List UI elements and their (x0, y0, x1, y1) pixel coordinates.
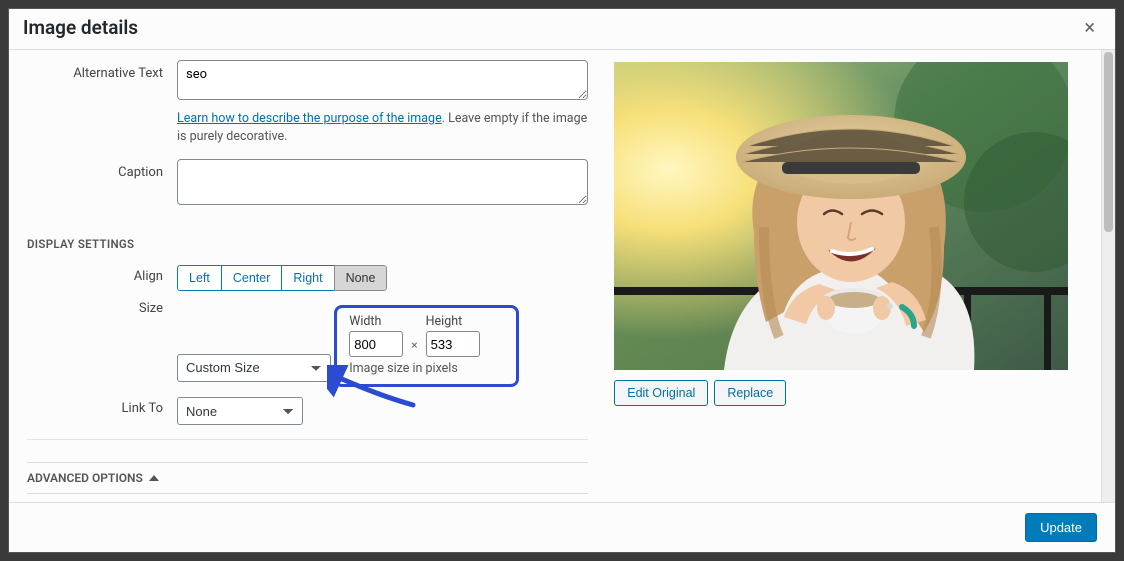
align-none-button[interactable]: None (334, 265, 388, 291)
replace-button[interactable]: Replace (714, 380, 786, 406)
width-label: Width (349, 314, 403, 329)
height-label: Height (426, 314, 480, 329)
close-icon[interactable]: × (1078, 15, 1101, 39)
caption-label: Caption (27, 159, 177, 180)
alt-text-row: Alternative Text seo Learn how to descri… (27, 60, 588, 145)
scrollbar-track[interactable] (1101, 50, 1115, 502)
align-button-group: Left Center Right None (177, 265, 387, 291)
image-actions: Edit Original Replace (614, 380, 1087, 406)
edit-original-button[interactable]: Edit Original (614, 380, 708, 406)
align-row: Align Left Center Right None (27, 265, 588, 291)
divider (27, 439, 588, 440)
link-to-select[interactable]: None (177, 397, 303, 425)
alt-text-label: Alternative Text (27, 60, 177, 81)
dimension-hint: Image size in pixels (349, 361, 479, 376)
caret-up-icon (149, 475, 159, 481)
settings-pane: Alternative Text seo Learn how to descri… (9, 50, 606, 502)
image-details-modal: Image details × Alternative Text seo Lea… (8, 8, 1116, 553)
display-settings-heading: DISPLAY SETTINGS (27, 237, 588, 251)
height-input[interactable] (426, 331, 480, 357)
alt-text-hint: Learn how to describe the purpose of the… (177, 110, 588, 145)
size-label: Size (27, 297, 177, 316)
caption-input[interactable] (177, 159, 588, 205)
caption-row: Caption (27, 159, 588, 209)
alt-hint-link[interactable]: Learn how to describe the purpose of the… (177, 111, 442, 126)
scrollbar-thumb[interactable] (1104, 52, 1113, 232)
link-to-row: Link To None (27, 397, 588, 425)
size-row: Size Custom Size Width × (27, 297, 588, 387)
update-button[interactable]: Update (1025, 513, 1097, 542)
align-label: Align (27, 265, 177, 284)
advanced-options-label: ADVANCED OPTIONS (27, 471, 143, 485)
align-right-button[interactable]: Right (281, 265, 334, 291)
link-to-label: Link To (27, 397, 177, 416)
modal-body: Alternative Text seo Learn how to descri… (9, 50, 1115, 502)
alt-text-input[interactable]: seo (177, 60, 588, 100)
advanced-options-toggle[interactable]: ADVANCED OPTIONS (27, 462, 588, 494)
custom-size-highlight: Width × Height Image size in pixels (334, 305, 518, 387)
align-center-button[interactable]: Center (221, 265, 283, 291)
modal-footer: Update (9, 502, 1115, 552)
width-input[interactable] (349, 331, 403, 357)
image-preview (614, 62, 1068, 370)
size-select[interactable]: Custom Size (177, 354, 331, 382)
modal-title: Image details (23, 16, 138, 39)
align-left-button[interactable]: Left (177, 265, 222, 291)
modal-header: Image details × (9, 9, 1115, 50)
dimension-multiply-icon: × (411, 338, 417, 357)
preview-pane: Edit Original Replace (606, 50, 1115, 502)
